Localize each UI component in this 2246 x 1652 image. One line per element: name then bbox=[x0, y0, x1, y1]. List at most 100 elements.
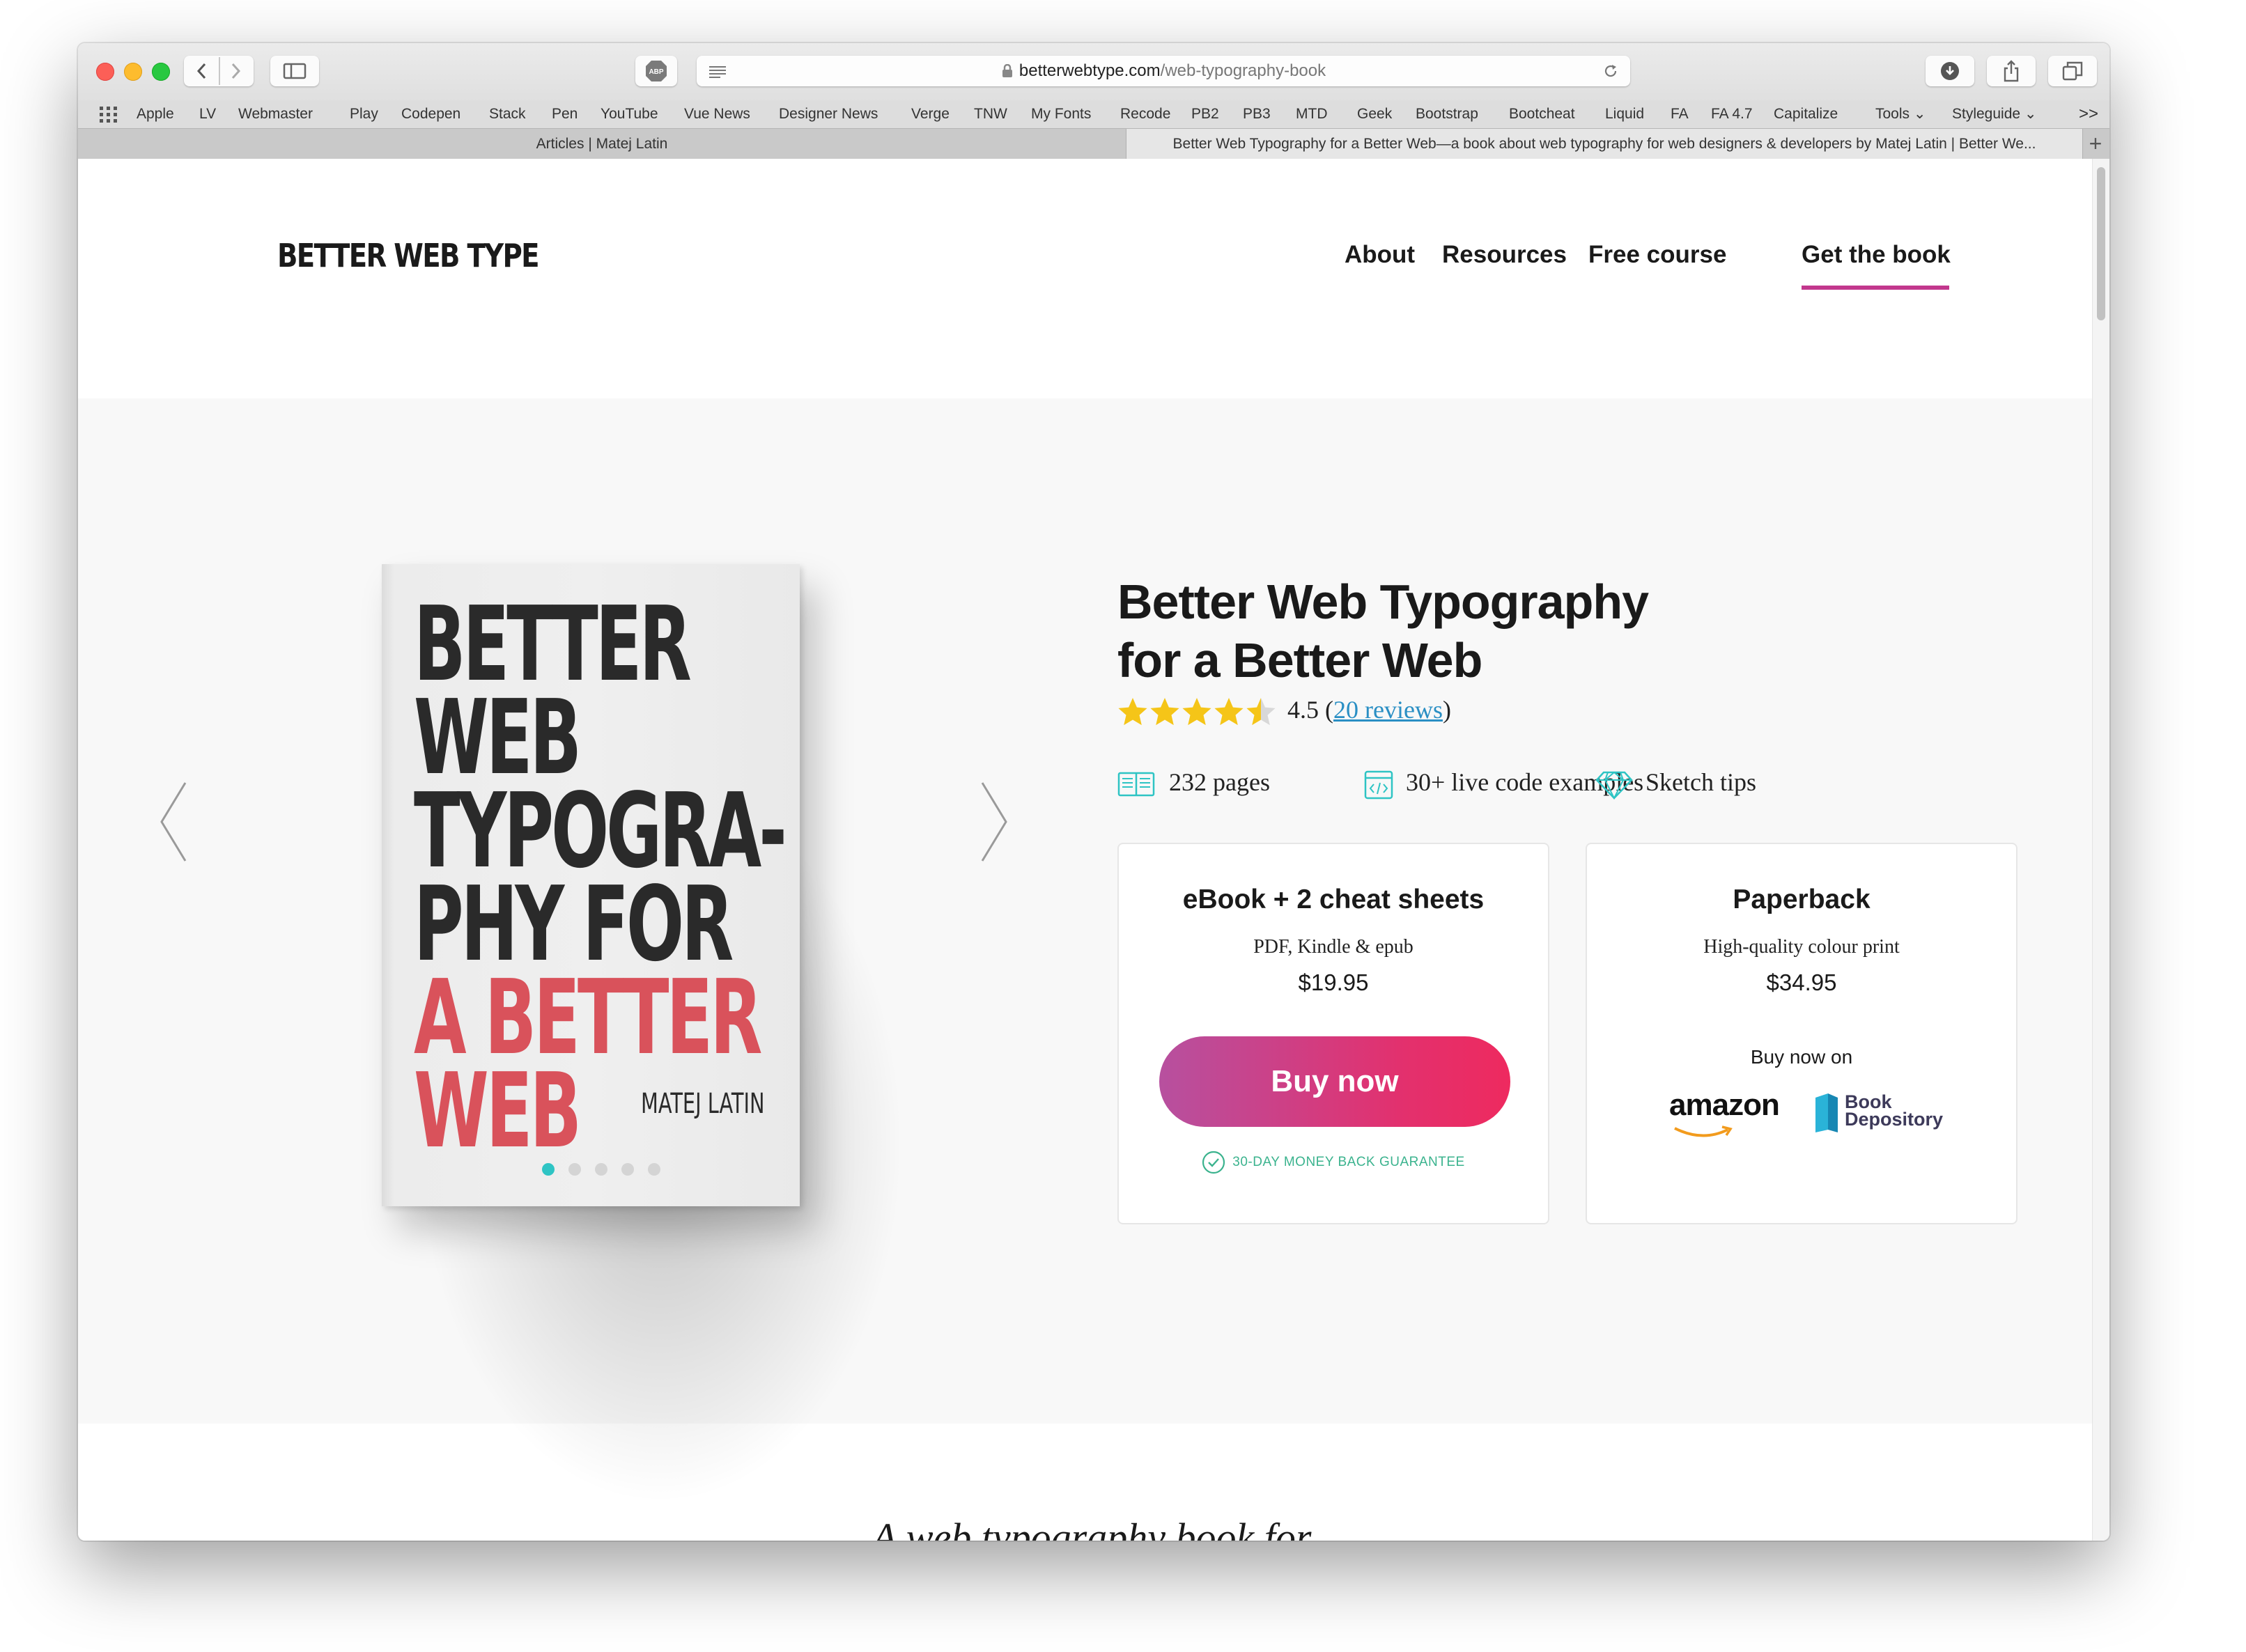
nav-free-course[interactable]: Free course bbox=[1588, 241, 1726, 269]
bookmark-folder[interactable]: Tools ⌄ bbox=[1875, 100, 1926, 128]
bookmark-item[interactable]: Codepen bbox=[401, 100, 460, 128]
tab-overview-button[interactable] bbox=[2048, 56, 2097, 86]
toolbar-divider bbox=[219, 57, 220, 85]
book-cover-author: MATEJ LATIN bbox=[641, 1088, 765, 1120]
paperback-subtitle: High-quality colour print bbox=[1703, 936, 1900, 958]
cover-line-red: A BETTER bbox=[414, 958, 763, 1077]
bookmark-item[interactable]: PB3 bbox=[1243, 100, 1271, 128]
ebook-card: eBook + 2 cheat sheets PDF, Kindle & epu… bbox=[1117, 843, 1549, 1224]
bookmark-item[interactable]: FA bbox=[1671, 100, 1689, 128]
book-cover-title: BETTER WEB TYPOGRA- PHY FOR A BETTER WEB bbox=[414, 584, 787, 1162]
bookmark-item[interactable]: Designer News bbox=[779, 100, 878, 128]
book-depository-link[interactable]: Book Depository bbox=[1845, 1093, 1944, 1130]
money-back-guarantee: 30-DAY MONEY BACK GUARANTEE bbox=[1119, 1151, 1548, 1174]
book-depository-line: Depository bbox=[1845, 1109, 1944, 1130]
bookmark-item[interactable]: Capitalize bbox=[1774, 100, 1838, 128]
reviews-link[interactable]: 20 reviews bbox=[1333, 696, 1443, 724]
product-title: Better Web Typography for a Better Web bbox=[1117, 572, 1649, 689]
carousel-dot[interactable] bbox=[568, 1163, 581, 1176]
feature-sketch-tips: Sketch tips bbox=[1645, 768, 1756, 796]
bookmark-item[interactable]: Stack bbox=[489, 100, 526, 128]
book-cover: BETTER WEB TYPOGRA- PHY FOR A BETTER WEB… bbox=[382, 564, 800, 1206]
bookmark-item[interactable]: Recode bbox=[1120, 100, 1170, 128]
zoom-window-button[interactable] bbox=[152, 63, 170, 81]
browser-window: ABP betterwebtype.com/web-typography-boo… bbox=[78, 43, 2109, 1541]
tabs-icon bbox=[2062, 61, 2083, 81]
diamond-icon bbox=[1595, 771, 1633, 800]
minimize-window-button[interactable] bbox=[124, 63, 142, 81]
bookmark-item[interactable]: Geek bbox=[1357, 100, 1392, 128]
share-button[interactable] bbox=[1987, 56, 2036, 86]
bookmark-item[interactable]: Play bbox=[350, 100, 378, 128]
close-window-button[interactable] bbox=[96, 63, 114, 81]
adblock-button[interactable]: ABP bbox=[635, 56, 677, 86]
nav-about[interactable]: About bbox=[1345, 241, 1415, 269]
carousel-prev-chevron-icon[interactable] bbox=[156, 780, 191, 864]
bookmark-folder[interactable]: Styleguide ⌄ bbox=[1952, 100, 2037, 128]
bookmark-item[interactable]: Liquid bbox=[1605, 100, 1644, 128]
address-bar[interactable]: betterwebtype.com/web-typography-book bbox=[697, 56, 1630, 86]
lock-icon bbox=[1001, 58, 1014, 77]
bookmark-item[interactable]: Vue News bbox=[684, 100, 750, 128]
pages-book-icon bbox=[1117, 772, 1155, 797]
reload-icon[interactable] bbox=[1602, 63, 1619, 79]
cover-line: WEB bbox=[414, 678, 582, 797]
tab-active[interactable]: Better Web Typography for a Better Web—a… bbox=[1126, 129, 2083, 159]
downloads-button[interactable] bbox=[1926, 56, 1974, 86]
back-arrow-icon[interactable] bbox=[184, 56, 219, 86]
apps-grid-icon[interactable] bbox=[99, 106, 118, 123]
url-path: /web-typography-book bbox=[1160, 61, 1326, 80]
buy-now-button[interactable]: Buy now bbox=[1159, 1036, 1510, 1127]
section-tagline: A web typography book for bbox=[872, 1515, 1312, 1541]
bookmark-item[interactable]: YouTube bbox=[601, 100, 658, 128]
bookmark-item[interactable]: PB2 bbox=[1191, 100, 1219, 128]
bookmark-item[interactable]: Webmaster bbox=[238, 100, 313, 128]
bookmark-item[interactable]: Bootstrap bbox=[1416, 100, 1478, 128]
bookmark-item[interactable]: Pen bbox=[552, 100, 578, 128]
bookmark-item[interactable]: Bootcheat bbox=[1509, 100, 1575, 128]
carousel-next-chevron-icon[interactable] bbox=[977, 780, 1012, 864]
guarantee-text: 30-DAY MONEY BACK GUARANTEE bbox=[1232, 1155, 1465, 1170]
site-logo[interactable]: BETTER WEB TYPE bbox=[277, 237, 540, 274]
carousel-dot[interactable] bbox=[595, 1163, 607, 1176]
nav-resources[interactable]: Resources bbox=[1442, 241, 1567, 269]
buy-now-on-label: Buy now on bbox=[1750, 1046, 1853, 1068]
book-depository-logo-icon[interactable] bbox=[1814, 1092, 1839, 1134]
cover-line: TYPOGRA- bbox=[414, 771, 787, 891]
cover-line: PHY FOR bbox=[414, 864, 734, 984]
url-text: betterwebtype.com/web-typography-book bbox=[697, 56, 1630, 86]
tab-bar: Articles | Matej Latin Better Web Typogr… bbox=[78, 128, 2109, 160]
bookmarks-bar: Apple LV Webmaster Play Codepen Stack Pe… bbox=[78, 100, 2109, 128]
share-icon bbox=[2004, 60, 2019, 82]
hero-section: BETTER WEB TYPOGRA- PHY FOR A BETTER WEB… bbox=[78, 398, 2093, 1506]
code-window-icon bbox=[1364, 770, 1393, 800]
check-circle-icon bbox=[1202, 1151, 1225, 1174]
svg-text:ABP: ABP bbox=[649, 68, 663, 76]
amazon-link[interactable]: amazon bbox=[1669, 1088, 1780, 1123]
bookmarks-overflow-button[interactable]: >> bbox=[2079, 100, 2098, 128]
bookmark-item[interactable]: My Fonts bbox=[1031, 100, 1091, 128]
sidebar-toggle-button[interactable] bbox=[270, 56, 319, 86]
page-scrollbar[interactable] bbox=[2092, 159, 2109, 1541]
new-tab-button[interactable]: + bbox=[2082, 129, 2109, 159]
bookmark-item[interactable]: FA 4.7 bbox=[1711, 100, 1753, 128]
carousel-dot[interactable] bbox=[648, 1163, 660, 1176]
bookmark-item[interactable]: Verge bbox=[911, 100, 950, 128]
scroll-thumb[interactable] bbox=[2097, 167, 2105, 320]
bookmark-item[interactable]: TNW bbox=[974, 100, 1007, 128]
cover-line: BETTER bbox=[414, 584, 692, 704]
feature-pages: 232 pages bbox=[1169, 768, 1270, 796]
amazon-smile-icon bbox=[1674, 1125, 1733, 1137]
tab-articles[interactable]: Articles | Matej Latin bbox=[78, 129, 1126, 159]
rating-stars-icon bbox=[1118, 698, 1276, 726]
bookmark-item[interactable]: LV bbox=[199, 100, 216, 128]
carousel-dot[interactable] bbox=[621, 1163, 634, 1176]
active-nav-indicator bbox=[1802, 286, 1949, 290]
carousel-dot-active[interactable] bbox=[542, 1163, 555, 1176]
bookmark-item[interactable]: Apple bbox=[137, 100, 174, 128]
nav-get-the-book[interactable]: Get the book bbox=[1802, 241, 1951, 269]
paperback-price: $34.95 bbox=[1766, 969, 1837, 995]
web-page: BETTER WEB TYPE About Resources Free cou… bbox=[78, 159, 2093, 1541]
forward-arrow-icon[interactable] bbox=[219, 56, 254, 86]
bookmark-item[interactable]: MTD bbox=[1296, 100, 1328, 128]
